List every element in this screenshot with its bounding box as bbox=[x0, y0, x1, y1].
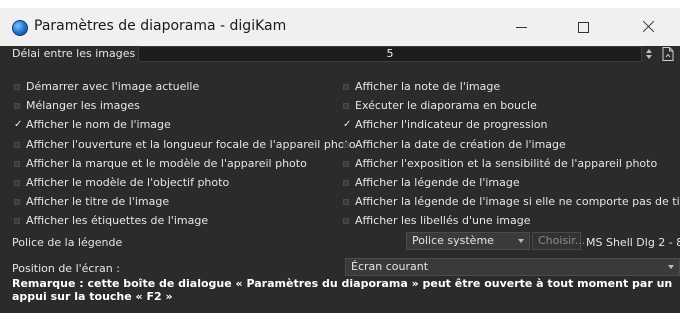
checkmark-icon: ✓ bbox=[14, 119, 23, 131]
option-label: Démarrer avec l'image actuelle bbox=[26, 80, 200, 93]
caption-font-label: Police de la légende bbox=[12, 236, 123, 249]
screen-position-combo[interactable]: Écran courant bbox=[345, 258, 680, 276]
checkbox-box bbox=[343, 160, 349, 167]
delay-value: 5 bbox=[386, 47, 394, 60]
caption-font-combo[interactable]: Police système bbox=[406, 232, 530, 250]
chevron-down-icon bbox=[518, 239, 524, 243]
checkbox-box bbox=[14, 103, 20, 110]
close-icon[interactable] bbox=[626, 12, 672, 42]
option-label: Afficher la légende de l'image bbox=[355, 176, 520, 189]
option-label: Afficher les étiquettes de l'image bbox=[26, 214, 209, 228]
option-label: Mélanger les images bbox=[26, 99, 140, 113]
checkmark-icon: ✓ bbox=[343, 119, 352, 131]
option-label: Afficher le nom de l'image bbox=[26, 118, 171, 132]
spin-arrows-icon[interactable] bbox=[644, 46, 654, 62]
option-label: Exécuter le diaporama en boucle bbox=[355, 99, 537, 113]
option-label: Afficher les libellés d'une image bbox=[355, 214, 531, 228]
choose-font-label: Choisir... bbox=[538, 234, 586, 247]
option-label: Afficher la date de création de l'image bbox=[355, 137, 566, 151]
checkbox-box bbox=[14, 199, 20, 206]
checkbox-box bbox=[343, 84, 349, 90]
title-bar: Paramètres de diaporama - digiKam bbox=[0, 8, 680, 46]
maximize-icon[interactable] bbox=[560, 12, 606, 42]
option-label: Afficher la légende de l'image si elle n… bbox=[355, 195, 680, 209]
option-label: Afficher le titre de l'image bbox=[26, 195, 170, 209]
screen-position-label: Position de l'écran : bbox=[12, 262, 120, 275]
caption-font-selected: Police système bbox=[412, 234, 494, 247]
checkbox-box bbox=[14, 180, 20, 186]
checkbox-box bbox=[343, 103, 349, 110]
option-label: Afficher la note de l'image bbox=[355, 80, 501, 93]
checkbox-box bbox=[14, 218, 20, 225]
digikam-app-icon bbox=[12, 20, 28, 36]
option-label: Afficher la marque et le modèle de l'app… bbox=[26, 156, 307, 170]
checkbox-box bbox=[343, 180, 349, 186]
option-label: Afficher l'indicateur de progression bbox=[355, 118, 548, 132]
choose-font-button[interactable]: Choisir... bbox=[532, 232, 585, 250]
checkbox-box bbox=[343, 218, 349, 225]
remark-text: Remarque : cette boîte de dialogue « Par… bbox=[12, 277, 673, 303]
checkbox-box bbox=[14, 160, 20, 167]
option-label: Afficher l'ouverture et la longueur foca… bbox=[26, 137, 356, 151]
delay-spinbox[interactable]: 5 bbox=[138, 46, 642, 62]
checkbox-box bbox=[14, 84, 20, 90]
checkbox-box bbox=[343, 199, 349, 206]
checkbox-box bbox=[343, 141, 349, 148]
page-icon[interactable] bbox=[660, 46, 676, 62]
checkbox-box bbox=[14, 141, 20, 148]
delay-label: Délai entre les images : bbox=[12, 47, 143, 60]
option-label: Afficher le modèle de l'objectif photo bbox=[26, 176, 230, 189]
chevron-down-icon bbox=[668, 265, 674, 269]
font-description: MS Shell Dlg 2 - 8 bbox=[586, 236, 680, 249]
option-label: Afficher l'exposition et la sensibilité … bbox=[355, 156, 658, 170]
screen-position-selected: Écran courant bbox=[351, 260, 429, 273]
minimize-icon[interactable] bbox=[498, 12, 544, 42]
window-title: Paramètres de diaporama - digiKam bbox=[34, 18, 287, 34]
